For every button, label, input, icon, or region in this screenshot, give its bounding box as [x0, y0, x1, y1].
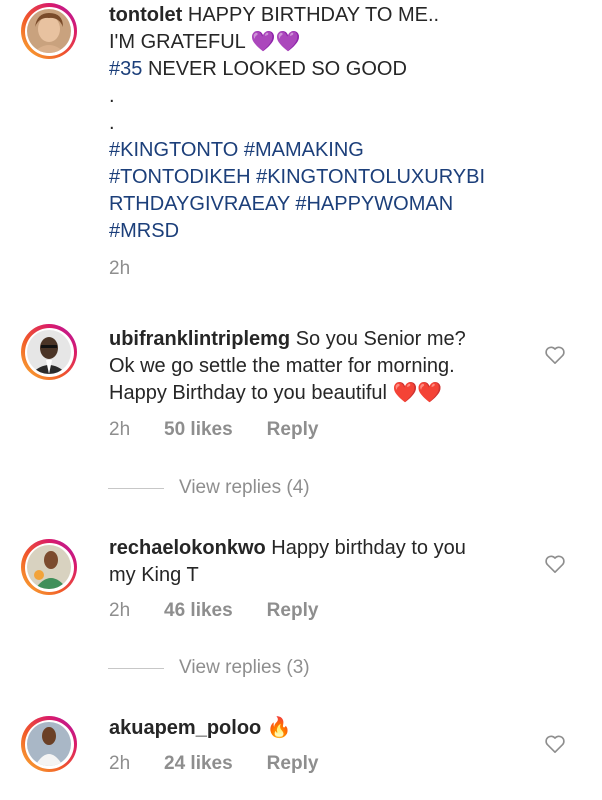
caption-line: I'M GRATEFUL	[109, 31, 246, 53]
avatar-rechaelokonkwo[interactable]	[21, 539, 77, 595]
heart-outline-icon[interactable]	[544, 554, 566, 574]
heart-outline-icon[interactable]	[544, 345, 566, 365]
comment-line: Happy Birthday to you beautiful	[109, 382, 387, 404]
comment-text: akuapem_poloo 🔥	[109, 715, 539, 742]
comment-meta: 2h	[109, 258, 164, 280]
comment-meta: 2h 50 likes Reply	[109, 419, 318, 441]
caption-line: HAPPY BIRTHDAY TO ME..	[187, 4, 440, 26]
comment-line: So you Senior me?	[295, 328, 466, 350]
view-replies-label[interactable]: View replies (4)	[179, 477, 310, 499]
reply-button[interactable]: Reply	[267, 419, 319, 441]
comment-username[interactable]: ubifranklintriplemg	[109, 328, 290, 350]
view-replies-label[interactable]: View replies (3)	[179, 657, 310, 679]
hashtag-link[interactable]: #TONTODIKEH #KINGTONTOLUXURYBI	[109, 164, 539, 191]
avatar-ubifranklintriplemg[interactable]	[21, 324, 77, 380]
avatar-image	[27, 330, 71, 374]
hashtag-link[interactable]: #MRSD	[109, 218, 539, 245]
reply-button[interactable]: Reply	[267, 753, 319, 775]
comment-line: Ok we go settle the matter for morning.	[109, 355, 455, 377]
red-heart-emoji: ❤️❤️	[392, 382, 443, 404]
avatar-image	[27, 9, 71, 53]
caption-line: NEVER LOOKED SO GOOD	[147, 58, 407, 80]
comment-line: Happy birthday to you	[271, 537, 466, 559]
comment-time: 2h	[109, 419, 131, 440]
comment-time: 2h	[109, 753, 131, 774]
heart-outline-icon[interactable]	[544, 734, 566, 754]
comment-username[interactable]: akuapem_poloo	[109, 717, 261, 739]
likes-count[interactable]: 46 likes	[164, 600, 233, 622]
avatar-tontolet[interactable]	[21, 3, 77, 59]
hashtag-link[interactable]: #35	[109, 58, 142, 80]
view-replies[interactable]: View replies (4)	[108, 477, 310, 499]
comment-text: ubifranklintriplemg So you Senior me? Ok…	[109, 326, 539, 407]
divider-line	[108, 667, 164, 669]
divider-line	[108, 487, 164, 489]
comment-meta: 2h 46 likes Reply	[109, 600, 318, 622]
comment-meta: 2h 24 likes Reply	[109, 753, 318, 775]
likes-count[interactable]: 50 likes	[164, 419, 233, 441]
reply-button[interactable]: Reply	[267, 600, 319, 622]
fire-emoji: 🔥	[266, 717, 292, 739]
caption-dot: .	[109, 85, 115, 107]
avatar-image	[27, 722, 71, 766]
view-replies[interactable]: View replies (3)	[108, 657, 310, 679]
avatar-akuapem-poloo[interactable]	[21, 716, 77, 772]
comment-text: rechaelokonkwo Happy birthday to you my …	[109, 535, 539, 589]
comment-username[interactable]: rechaelokonkwo	[109, 537, 266, 559]
purple-heart-emoji: 💜💜	[250, 31, 301, 53]
likes-count[interactable]: 24 likes	[164, 753, 233, 775]
comment-username[interactable]: tontolet	[109, 4, 182, 26]
hashtag-link[interactable]: RTHDAYGIVRAEAY #HAPPYWOMAN	[109, 191, 539, 218]
caption-text: tontolet HAPPY BIRTHDAY TO ME.. I'M GRAT…	[109, 2, 539, 245]
comment-line: my King T	[109, 564, 199, 586]
hashtag-link[interactable]: #KINGTONTO #MAMAKING	[109, 137, 539, 164]
avatar-image	[27, 545, 71, 589]
comment-time: 2h	[109, 258, 131, 279]
comment-time: 2h	[109, 600, 131, 621]
caption-dot: .	[109, 112, 115, 134]
